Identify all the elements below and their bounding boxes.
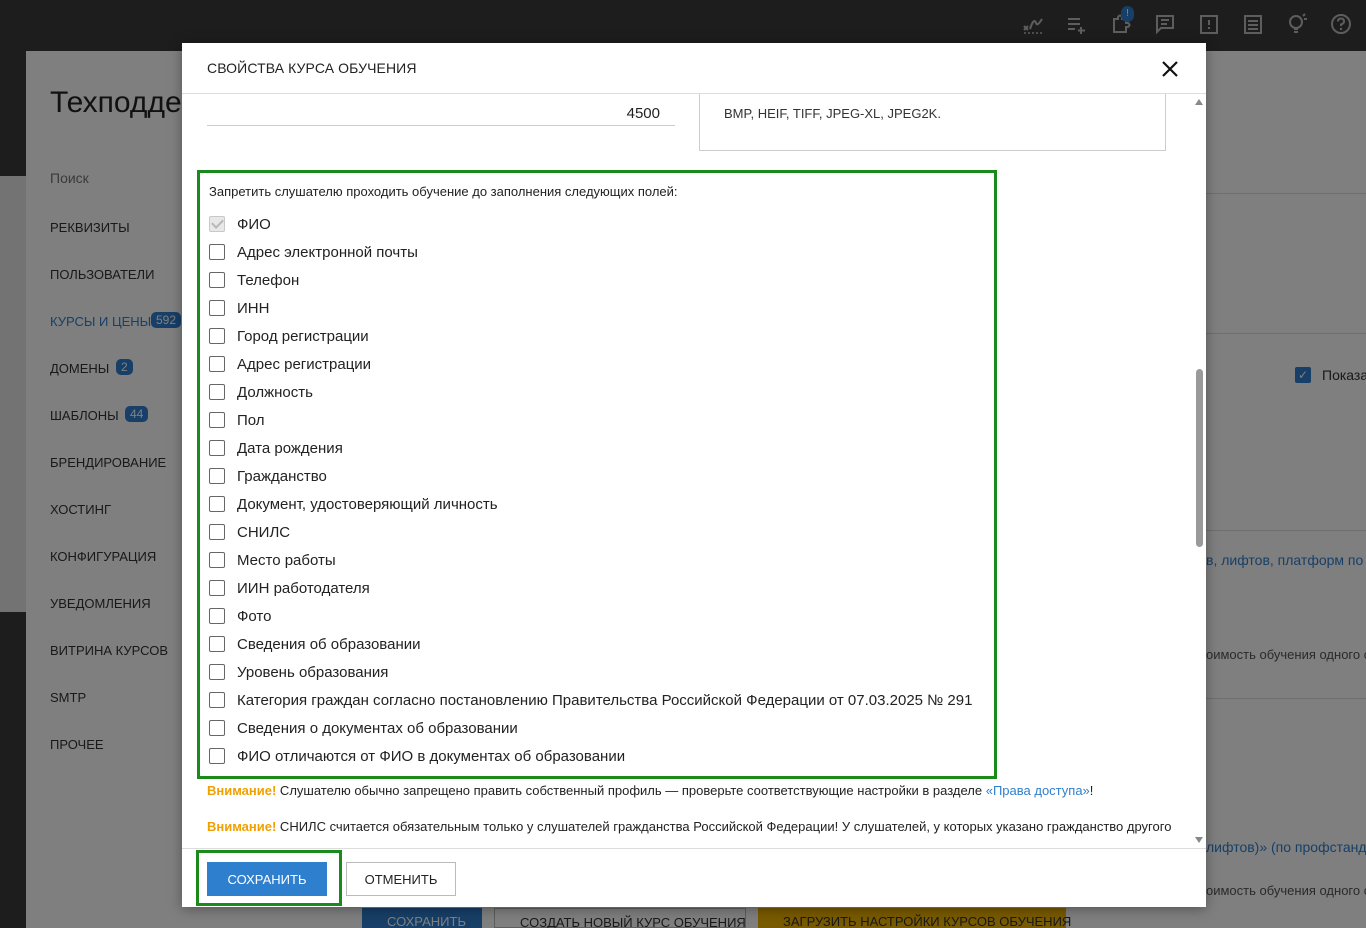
field-row: СНИЛС xyxy=(209,518,972,546)
field-checkbox[interactable] xyxy=(209,580,225,596)
scroll-thumb[interactable] xyxy=(1196,369,1203,547)
modal-header: Свойства курса обучения xyxy=(182,43,1206,94)
field-label[interactable]: Место работы xyxy=(237,552,336,569)
field-checkbox[interactable] xyxy=(209,440,225,456)
field-label[interactable]: ФИО отличаются от ФИО в документах об об… xyxy=(237,748,625,765)
field-row: Пол xyxy=(209,406,972,434)
field-checkbox[interactable] xyxy=(209,608,225,624)
field-label[interactable]: Адрес регистрации xyxy=(237,356,371,373)
field-row: ИНН xyxy=(209,294,972,322)
field-label[interactable]: Дата рождения xyxy=(237,440,343,457)
field-row: Фото xyxy=(209,602,972,630)
field-checkbox[interactable] xyxy=(209,244,225,260)
field-row: Категория граждан согласно постановлению… xyxy=(209,686,972,714)
scroll-up-arrow-icon[interactable] xyxy=(1195,99,1203,105)
image-formats-text: BMP, HEIF, TIFF, JPEG-XL, JPEG2K. xyxy=(724,106,941,121)
field-row: Сведения об образовании xyxy=(209,630,972,658)
field-label[interactable]: Сведения о документах об образовании xyxy=(237,720,518,737)
field-label[interactable]: ИИН работодателя xyxy=(237,580,370,597)
field-checkbox[interactable] xyxy=(209,552,225,568)
field-checkbox[interactable] xyxy=(209,356,225,372)
field-label[interactable]: Уровень образования xyxy=(237,664,388,681)
cancel-button[interactable]: Отменить xyxy=(346,862,456,896)
field-label[interactable]: Документ, удостоверяющий личность xyxy=(237,496,498,513)
field-row: Документ, удостоверяющий личность xyxy=(209,490,972,518)
field-label: ФИО xyxy=(237,215,271,233)
field-row: Дата рождения xyxy=(209,434,972,462)
field-row: Адрес электронной почты xyxy=(209,238,972,266)
field-checkbox[interactable] xyxy=(209,720,225,736)
warning-prefix: Внимание! xyxy=(207,819,277,834)
field-label[interactable]: Телефон xyxy=(237,272,299,289)
field-label[interactable]: Гражданство xyxy=(237,468,327,485)
field-checkbox[interactable] xyxy=(209,692,225,708)
scroll-down-arrow-icon[interactable] xyxy=(1195,837,1203,843)
access-rights-link[interactable]: «Права доступа» xyxy=(986,783,1090,798)
field-row: Место работы xyxy=(209,546,972,574)
warning-prefix: Внимание! xyxy=(207,783,277,798)
field-row: Адрес регистрации xyxy=(209,350,972,378)
profile-warning: Внимание! Слушателю обычно запрещено пра… xyxy=(207,783,1093,798)
modal-body[interactable]: BMP, HEIF, TIFF, JPEG-XL, JPEG2K. Запрет… xyxy=(182,94,1206,848)
field-checkbox[interactable] xyxy=(209,272,225,288)
field-row: Должность xyxy=(209,378,972,406)
field-label[interactable]: Город регистрации xyxy=(237,328,369,345)
field-label[interactable]: СНИЛС xyxy=(237,524,290,541)
field-checkbox[interactable] xyxy=(209,328,225,344)
save-button[interactable]: Сохранить xyxy=(207,862,327,896)
field-label[interactable]: Пол xyxy=(237,412,265,429)
field-row: Сведения о документах об образовании xyxy=(209,714,972,742)
field-label[interactable]: ИНН xyxy=(237,300,269,317)
field-checkbox[interactable] xyxy=(209,496,225,512)
field-checkbox[interactable] xyxy=(209,412,225,428)
field-label[interactable]: Должность xyxy=(237,384,313,401)
modal-scrollbar[interactable] xyxy=(1192,94,1206,848)
field-checkbox[interactable] xyxy=(209,636,225,652)
field-row: Город регистрации xyxy=(209,322,972,350)
field-checkbox[interactable] xyxy=(209,384,225,400)
field-checkbox[interactable] xyxy=(209,748,225,764)
modal-title: Свойства курса обучения xyxy=(207,60,417,76)
field-row: ИИН работодателя xyxy=(209,574,972,602)
field-row: ФИО отличаются от ФИО в документах об об… xyxy=(209,742,972,770)
warning-text: СНИЛС считается обязательным только у сл… xyxy=(276,819,1172,834)
field-checkbox[interactable] xyxy=(209,300,225,316)
field-checkbox[interactable] xyxy=(209,664,225,680)
field-checkbox[interactable] xyxy=(209,468,225,484)
field-row: Гражданство xyxy=(209,462,972,490)
field-label[interactable]: Сведения об образовании xyxy=(237,636,420,653)
field-checkbox[interactable] xyxy=(209,524,225,540)
warning-text: Слушателю обычно запрещено править собст… xyxy=(276,783,986,798)
field-label[interactable]: Категория граждан согласно постановлению… xyxy=(237,692,972,709)
warning-suffix: ! xyxy=(1089,783,1094,798)
close-icon[interactable] xyxy=(1158,57,1182,81)
field-label[interactable]: Адрес электронной почты xyxy=(237,244,418,261)
image-formats-info: BMP, HEIF, TIFF, JPEG-XL, JPEG2K. xyxy=(699,94,1166,151)
field-label[interactable]: Фото xyxy=(237,608,271,625)
field-row: Телефон xyxy=(209,266,972,294)
course-properties-modal: Свойства курса обучения BMP, HEIF, TIFF,… xyxy=(182,43,1206,907)
required-fields-list: ФИО Адрес электронной почты Телефон ИНН … xyxy=(209,210,972,770)
price-field[interactable] xyxy=(207,101,675,126)
required-fields-title: Запретить слушателю проходить обучение д… xyxy=(209,184,678,199)
modal-footer: Сохранить Отменить xyxy=(182,848,1206,907)
field-checkbox xyxy=(209,216,225,232)
snils-warning: Внимание! СНИЛС считается обязательным т… xyxy=(207,819,1171,834)
field-row: Уровень образования xyxy=(209,658,972,686)
field-row: ФИО xyxy=(209,210,972,238)
required-fields-section: Запретить слушателю проходить обучение д… xyxy=(197,170,997,779)
